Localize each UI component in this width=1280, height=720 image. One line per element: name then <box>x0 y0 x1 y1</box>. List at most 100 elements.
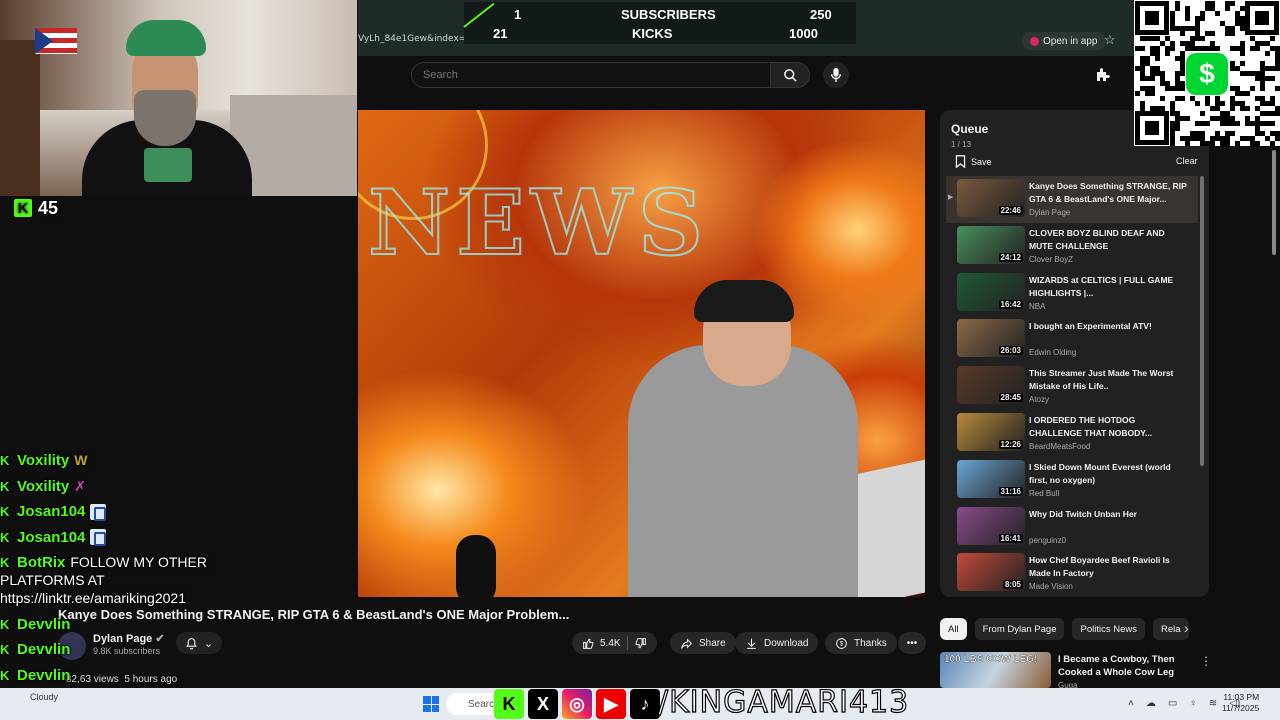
cloud-icon[interactable]: ☁ <box>1146 698 1156 709</box>
chat-username[interactable]: Voxility <box>17 474 69 500</box>
chat-username[interactable]: Devvlin <box>17 663 70 689</box>
page-scrollbar[interactable] <box>1272 150 1276 255</box>
chevron-up-icon[interactable]: ˄ <box>1128 698 1134 709</box>
chip-from-channel[interactable]: From Dylan Page <box>974 618 1065 640</box>
queue-item[interactable]: 26:03 I bought an Experimental ATV! Edwin … <box>946 316 1198 363</box>
queue-thumbnail[interactable]: 12:26 <box>957 412 1025 451</box>
queue-item[interactable]: 24:12 CLOVER BOYZ BLIND DEAF AND MUTE CHA… <box>946 223 1198 270</box>
voice-search-button[interactable] <box>823 62 849 88</box>
kick-badge-icon: K <box>0 642 10 657</box>
queue-item[interactable]: 31:16 I Skied Down Mount Everest (world f… <box>946 457 1198 504</box>
extension-icon[interactable] <box>1094 66 1112 84</box>
chat-message: K Voxility ✗ <box>0 474 360 500</box>
more-actions-button[interactable]: ••• <box>898 632 926 654</box>
queue-duration: 16:41 <box>998 533 1023 543</box>
recommended-thumbnail[interactable]: 100 LBS COW LEG! <box>940 652 1051 688</box>
chip-all[interactable]: All <box>940 618 967 640</box>
kick-badge-icon: K <box>0 478 10 494</box>
chat-message: K Devvlin <box>0 663 360 689</box>
subscribers-current: 1 <box>514 7 522 22</box>
search-box[interactable] <box>411 62 771 88</box>
queue-thumbnail[interactable]: 28:45 <box>957 366 1025 405</box>
queue-duration: 24:12 <box>998 252 1023 262</box>
queue-thumbnail[interactable]: 22:46 <box>957 179 1025 217</box>
url-fragment[interactable]: VyLh_84e1Gew&index=1 <box>358 34 472 44</box>
weather-widget[interactable]: Cloudy <box>30 692 58 703</box>
x-icon: X <box>528 689 558 719</box>
queue-item-title: I bought an Experimental ATV! <box>1029 321 1152 332</box>
queue-save-label: Save <box>971 156 992 167</box>
network-icon[interactable]: ▭ <box>1168 698 1177 709</box>
more-horizontal-icon: ••• <box>906 637 918 649</box>
cashapp-logo-icon: $ <box>1186 53 1228 95</box>
queue-item[interactable]: 28:45 This Streamer Just Made The Worst M… <box>946 363 1198 410</box>
queue-item[interactable]: ▶ 22:46 Kanye Does Something STRANGE, RIP … <box>946 176 1198 223</box>
share-label: Share <box>699 637 726 649</box>
video-host-figure <box>628 210 858 597</box>
bookmark-star-icon[interactable]: ☆ <box>1104 32 1116 48</box>
queue-clear-button[interactable]: Clear <box>1176 156 1198 166</box>
queue-duration: 28:45 <box>998 393 1023 403</box>
kick-badge-icon: K <box>0 616 10 632</box>
share-icon <box>681 638 693 649</box>
queue-thumbnail[interactable]: 16:42 <box>957 272 1025 311</box>
queue-item[interactable]: 16:41 Why Did Twitch Unban Her penguinz0 <box>946 504 1198 551</box>
windows-start-icon[interactable] <box>423 696 439 712</box>
queue-thumbnail[interactable]: 24:12 <box>957 225 1025 264</box>
share-button[interactable]: Share <box>670 632 736 654</box>
video-player[interactable]: NEWS <box>358 110 925 597</box>
search-button[interactable] <box>770 62 810 88</box>
chat-message: K Josan104 <box>0 499 360 525</box>
more-vertical-icon[interactable]: ⋮ <box>1200 654 1212 668</box>
queue-duration: 22:46 <box>998 206 1023 215</box>
chat-username[interactable]: Josan104 <box>17 499 85 525</box>
taskbar-clock[interactable]: 11:03 PM 11/7/2025 <box>1222 692 1259 714</box>
search-input[interactable] <box>412 63 770 87</box>
chat-username[interactable]: Josan104 <box>17 525 85 551</box>
queue-item[interactable]: 16:42 WIZARDS at CELTICS | FULL GAME HIGH… <box>946 270 1198 317</box>
mic-icon[interactable]: ♀ <box>1189 698 1197 709</box>
queue-scrollbar[interactable] <box>1200 176 1204 466</box>
queue-item[interactable]: 8:05 How Chef Boyardee Beef Ravioli Is Ma… <box>946 550 1198 597</box>
chat-message-link[interactable]: https://linktr.ee/amariking2021 <box>0 589 186 607</box>
thanks-button[interactable]: $ Thanks <box>825 632 897 654</box>
queue-thumbnail[interactable]: 31:16 <box>957 459 1025 498</box>
dodgers-emote-icon <box>90 529 107 547</box>
chat-username[interactable]: Voxility <box>17 448 69 474</box>
thumbs-down-icon[interactable] <box>634 637 647 650</box>
streamer-hat <box>126 20 206 56</box>
queue-save-button[interactable]: Save <box>955 155 992 168</box>
kick-badge-icon: K <box>0 529 10 545</box>
chevron-right-icon[interactable]: › <box>1184 620 1189 636</box>
thanks-label: Thanks <box>854 637 887 649</box>
queue-item-channel: Dylan Page <box>1029 208 1071 217</box>
microphone-prop <box>456 535 496 597</box>
queue-item-title: WIZARDS at CELTICS | FULL GAME HIGHLIGHT… <box>1029 274 1174 298</box>
like-count: 5.4K <box>600 637 621 649</box>
open-in-app-button[interactable]: Open in app <box>1022 32 1106 50</box>
clock-time: 11:03 PM <box>1223 692 1260 702</box>
like-button[interactable]: 5.4K <box>582 637 621 650</box>
chat-message: K Voxility W <box>0 448 360 474</box>
queue-item-title: How Chef Boyardee Beef Ravioli Is Made I… <box>1029 555 1170 579</box>
thumbs-up-icon <box>583 638 594 649</box>
queue-item[interactable]: 12:26 I ORDERED THE HOTDOG CHALLENGE THAT… <box>946 410 1198 457</box>
recommended-title[interactable]: I Became a Cowboy, Then Cooked a Whole C… <box>1058 653 1198 679</box>
kick-logo-icon: K <box>14 199 32 217</box>
queue-thumbnail[interactable]: 16:41 <box>957 506 1025 545</box>
viewer-count: K 45 <box>14 198 58 218</box>
wifi-icon[interactable]: ≋ <box>1209 698 1217 709</box>
chat-username[interactable]: Devvlin <box>17 612 70 638</box>
download-button[interactable]: Download <box>735 632 819 654</box>
host-cap <box>694 280 794 322</box>
download-icon <box>747 638 756 649</box>
chat-username[interactable]: Devvlin <box>17 637 70 663</box>
viewer-count-value: 45 <box>38 197 59 218</box>
playlist-queue-panel: Queue 1 / 13 Save Clear ▶ 22:46 Kanye Does… <box>940 110 1209 597</box>
open-in-app-label: Open in app <box>1043 35 1098 47</box>
queue-duration: 31:16 <box>998 486 1023 496</box>
subscribers-goal-row: 1 SUBSCRIBERS 250 <box>464 5 856 24</box>
chip-politics-news[interactable]: Politics News <box>1072 618 1145 640</box>
queue-thumbnail[interactable]: 26:03 <box>957 319 1025 358</box>
queue-thumbnail[interactable]: 8:05 <box>957 553 1025 592</box>
